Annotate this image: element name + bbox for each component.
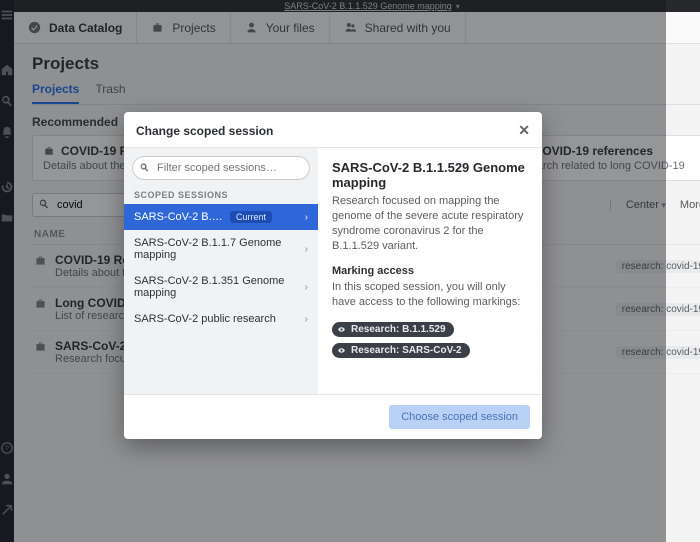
chip-label: Research: B.1.1.529 bbox=[351, 324, 446, 335]
marking-chip: Research: SARS-CoV-2 bbox=[332, 343, 470, 358]
chevron-right-icon: › bbox=[305, 244, 308, 255]
session-item[interactable]: SARS-CoV-2 B.1.1.529 G… Current › bbox=[124, 204, 318, 230]
close-icon[interactable]: ✕ bbox=[518, 122, 530, 139]
session-list-heading: SCOPED SESSIONS bbox=[124, 188, 318, 204]
chevron-right-icon: › bbox=[305, 314, 308, 325]
modal-title: Change scoped session bbox=[136, 124, 273, 138]
session-item[interactable]: SARS-CoV-2 B.1.351 Genome mapping › bbox=[124, 268, 318, 306]
session-label: SARS-CoV-2 B.1.1.529 G… bbox=[134, 211, 224, 223]
eye-icon bbox=[337, 325, 346, 334]
chevron-right-icon: › bbox=[305, 282, 308, 293]
search-icon bbox=[139, 162, 150, 173]
scoped-session-modal: Change scoped session ✕ SCOPED SESSIONS … bbox=[124, 112, 542, 439]
detail-description: Research focused on mapping the genome o… bbox=[332, 194, 528, 253]
detail-title: SARS-CoV-2 B.1.1.529 Genome mapping bbox=[332, 160, 528, 190]
marking-chip: Research: B.1.1.529 bbox=[332, 322, 454, 337]
session-item[interactable]: SARS-CoV-2 B.1.1.7 Genome mapping › bbox=[124, 230, 318, 268]
session-item[interactable]: SARS-CoV-2 public research › bbox=[124, 306, 318, 332]
choose-scoped-session-button[interactable]: Choose scoped session bbox=[389, 405, 530, 429]
current-badge: Current bbox=[230, 211, 272, 223]
filter-sessions-input[interactable] bbox=[132, 156, 310, 180]
session-list-panel: SCOPED SESSIONS SARS-CoV-2 B.1.1.529 G… … bbox=[124, 148, 318, 394]
session-detail-panel: SARS-CoV-2 B.1.1.529 Genome mapping Rese… bbox=[318, 148, 542, 394]
session-label: SARS-CoV-2 B.1.1.7 Genome mapping bbox=[134, 237, 299, 261]
marking-access-description: In this scoped session, you will only ha… bbox=[332, 280, 528, 310]
chip-label: Research: SARS-CoV-2 bbox=[351, 345, 462, 356]
session-label: SARS-CoV-2 B.1.351 Genome mapping bbox=[134, 275, 299, 299]
session-label: SARS-CoV-2 public research bbox=[134, 313, 276, 325]
eye-icon bbox=[337, 346, 346, 355]
marking-access-heading: Marking access bbox=[332, 265, 528, 277]
chevron-right-icon: › bbox=[305, 212, 308, 223]
more-dropdown[interactable]: More bbox=[680, 199, 700, 211]
